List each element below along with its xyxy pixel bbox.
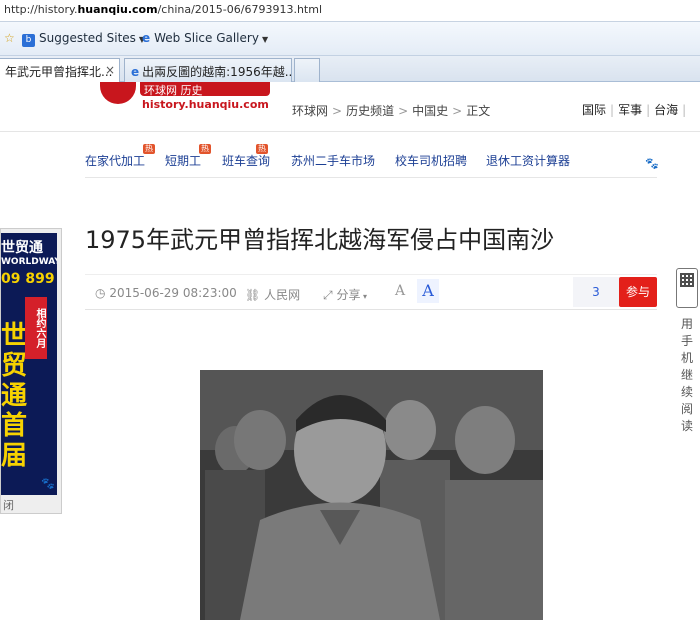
breadcrumb-item[interactable]: 中国史 [412, 104, 448, 118]
nav-item[interactable]: 台海 [654, 103, 678, 117]
nav-item[interactable]: 军事 [618, 103, 642, 117]
paw-icon[interactable]: 🐾 [645, 157, 659, 170]
article-title: 1975年武元甲曾指挥北越海军侵占中国南沙 [85, 226, 555, 254]
tab-bar: 年武元甲曾指挥北... × e 出兩反圖的越南:1956年越... [0, 56, 700, 82]
favorite-suggested-sites[interactable]: b Suggested Sites ▼ [22, 31, 145, 47]
nav-divider: | [646, 103, 651, 117]
sponsored-link[interactable]: 在家代加工热 [85, 144, 155, 169]
font-larger-button[interactable]: A [417, 279, 439, 303]
article-photo [200, 370, 543, 620]
breadcrumb-separator: > [452, 104, 463, 118]
ie-icon: e [131, 65, 140, 79]
address-bar[interactable]: http://history.huanqiu.com/china/2015-06… [0, 0, 700, 22]
site-header: 环球网 历史 history.huanqiu.com 环球网 > 历史频道 > 中国史 >… [0, 82, 700, 132]
share-label: 分享 [336, 288, 361, 302]
breadcrumb-item[interactable]: 环球网 [292, 104, 328, 118]
tab-label: 出兩反圖的越南:1956年越... [142, 65, 292, 79]
url-domain: huanqiu.com [77, 3, 158, 16]
logo-text[interactable]: 环球网 历史 [140, 82, 270, 96]
breadcrumb-item[interactable]: 历史频道 [346, 104, 394, 118]
photo-illustration [200, 370, 543, 620]
qr-code-button[interactable] [676, 268, 698, 308]
floating-ad[interactable]: 世贸通 WORLDWAY 09 899 世 贸 通 首 届 相约六月 🐾 闭 [0, 228, 62, 514]
tab-other[interactable]: e 出兩反圖的越南:1956年越... [124, 58, 292, 82]
ad-close-button[interactable]: 闭 [3, 497, 14, 513]
sponsored-link[interactable]: 苏州二手车市场 [291, 152, 375, 169]
ad-char: 贸 [1, 351, 28, 381]
link-icon: ⛓ [245, 288, 261, 302]
tab-label: 年武元甲曾指挥北... [5, 65, 113, 79]
new-tab-button[interactable] [294, 58, 320, 82]
sponsored-link[interactable]: 退休工资计算器 [486, 152, 570, 169]
qr-code-icon [680, 273, 694, 287]
link-label: 短期工 [165, 154, 202, 168]
share-button[interactable]: ⤢ 分享 ▾ [323, 286, 367, 303]
hot-badge: 热 [143, 144, 155, 154]
sponsored-links: 在家代加工热 短期工热 班车查询热 苏州二手车市场 校车司机招聘 退休工资计算器 [85, 144, 657, 178]
ad-char: 首 [1, 411, 28, 441]
top-nav: 国际 | 军事 | 台海 | [582, 101, 690, 118]
chevron-down-icon: ▼ [261, 35, 269, 44]
favorite-web-slice-gallery[interactable]: e Web Slice Gallery ▼ [142, 31, 268, 45]
logo-domain[interactable]: history.huanqiu.com [142, 98, 269, 111]
ad-char: 通 [1, 381, 28, 411]
chevron-down-icon: ▾ [360, 292, 368, 301]
ie-icon: e [142, 31, 151, 45]
link-label: 苏州二手车市场 [291, 154, 376, 168]
article-toolbar: ◷ 2015-06-29 08:23:00 ⛓ 人民网 ⤢ 分享 ▾ A A 3… [85, 274, 657, 310]
ad-phone: 09 899 [1, 271, 55, 287]
sponsored-link[interactable]: 校车司机招聘 [395, 152, 467, 169]
ad-char: 届 [1, 441, 28, 471]
nav-item[interactable]: 国际 [582, 103, 606, 117]
url-text[interactable]: http://history.huanqiu.com/china/2015-06… [4, 3, 322, 16]
link-label: 班车查询 [222, 154, 271, 168]
favorites-bar: ☆ b Suggested Sites ▼ e Web Slice Gallery ▼ [0, 22, 700, 56]
share-icon: ⤢ [323, 288, 333, 302]
ad-brand: 世贸通 [1, 240, 43, 256]
sponsored-link[interactable]: 班车查询热 [222, 144, 271, 169]
favorite-label: Suggested Sites [39, 31, 136, 45]
url-prefix: http://history. [4, 3, 78, 16]
breadcrumb-separator: > [332, 104, 343, 118]
breadcrumb-current: 正文 [466, 104, 491, 118]
paw-icon: 🐾 [41, 477, 55, 490]
font-smaller-button[interactable]: A [395, 283, 405, 299]
nav-divider: | [682, 103, 687, 117]
ad-badge: 相约六月 [25, 297, 47, 359]
nav-divider: | [610, 103, 615, 117]
publish-time: ◷ 2015-06-29 08:23:00 [95, 286, 237, 300]
clock-icon: ◷ [95, 286, 106, 300]
source-text: 人民网 [264, 288, 301, 302]
link-label: 在家代加工 [85, 154, 146, 168]
bing-icon: b [22, 34, 35, 47]
browser-window: http://history.huanqiu.com/china/2015-06… [0, 0, 700, 620]
join-discussion-button[interactable]: 参与 [619, 277, 657, 307]
logo-icon[interactable] [100, 82, 136, 104]
favorite-label: Web Slice Gallery [154, 31, 259, 45]
comment-count[interactable]: 3 [573, 277, 619, 307]
link-label: 退休工资计算器 [486, 154, 571, 168]
breadcrumb-separator: > [398, 104, 409, 118]
hot-badge: 热 [199, 144, 211, 154]
publish-time-text: 2015-06-29 08:23:00 [109, 286, 237, 300]
ad-char: 世 [1, 321, 28, 351]
link-label: 校车司机招聘 [395, 154, 468, 168]
article-source[interactable]: ⛓ 人民网 [245, 286, 300, 303]
breadcrumb: 环球网 > 历史频道 > 中国史 > 正文 [292, 102, 490, 119]
tab-current[interactable]: 年武元甲曾指挥北... × [0, 58, 120, 82]
hot-badge: 热 [256, 144, 268, 154]
close-icon[interactable]: × [105, 63, 115, 77]
ad-banner[interactable]: 世贸通 WORLDWAY 09 899 世 贸 通 首 届 相约六月 🐾 [1, 233, 57, 495]
sponsored-link[interactable]: 短期工热 [165, 144, 211, 169]
mobile-reading-label[interactable]: 用手机继续阅读 [681, 316, 695, 435]
star-icon[interactable]: ☆ [4, 31, 15, 45]
url-path: /china/2015-06/6793913.html [157, 3, 323, 16]
ad-brand-en: WORLDWAY [1, 257, 57, 267]
